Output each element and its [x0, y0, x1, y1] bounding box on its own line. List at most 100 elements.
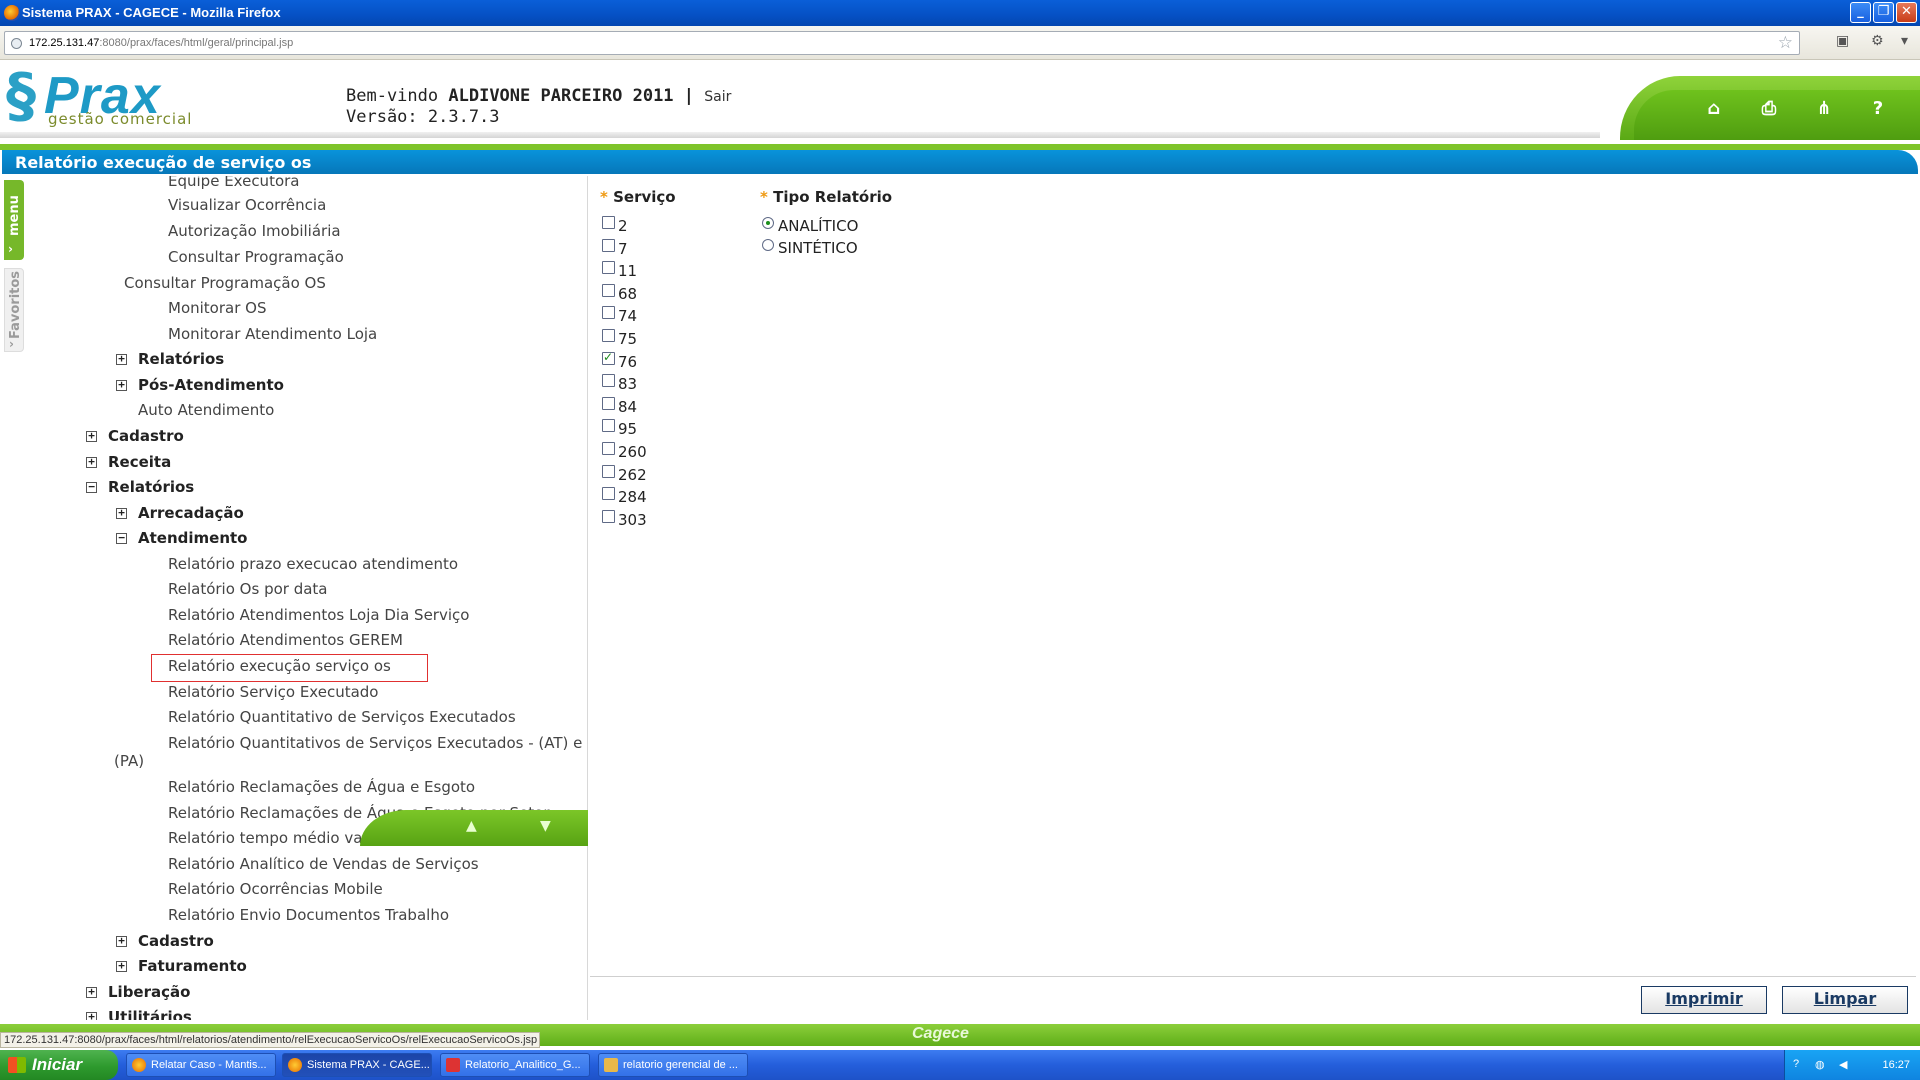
servico-checkbox-74[interactable] — [602, 306, 615, 319]
servico-checkbox-84[interactable] — [602, 397, 615, 410]
tree-item[interactable]: Relatório Reclamações de Água e Esgoto — [168, 778, 475, 796]
servico-checkbox-11[interactable] — [602, 261, 615, 274]
logout-link[interactable]: Sair — [704, 89, 731, 105]
tree-item[interactable]: Relatório Os por data — [168, 580, 328, 598]
tab-favoritos[interactable]: Favoritos › — [4, 268, 24, 352]
tree-item[interactable]: Relatório Serviço Executado — [168, 683, 378, 701]
tree-item[interactable]: Relatório Quantitativo de Serviços Execu… — [168, 708, 516, 726]
expand-icon[interactable]: + — [86, 986, 97, 998]
tree-folder[interactable]: Receita — [108, 453, 171, 471]
tree-item[interactable]: Relatório Analítico de Vendas de Serviço… — [168, 855, 479, 873]
radio-sintetico[interactable] — [762, 239, 774, 251]
tree-item[interactable]: Auto Atendimento — [138, 401, 274, 419]
task-mantis[interactable]: Relatar Caso - Mantis... — [126, 1053, 276, 1077]
tree-item[interactable]: Relatório Atendimentos GEREM — [168, 631, 403, 649]
task-relatorio-gerencial[interactable]: relatorio gerencial de ... — [598, 1053, 748, 1077]
expand-icon[interactable]: + — [116, 960, 127, 972]
tree-item[interactable]: Relatório Atendimentos Loja Dia Serviço — [168, 606, 469, 624]
tree-folder[interactable]: Arrecadação — [138, 504, 244, 522]
status-bar: 172.25.131.47:8080/prax/faces/html/relat… — [0, 1032, 540, 1048]
servico-checkbox-284[interactable] — [602, 487, 615, 500]
tree-item[interactable]: Relatório Ocorrências Mobile — [168, 880, 383, 898]
minimize-button[interactable]: _ — [1850, 2, 1871, 23]
version-label: Versão: 2.3.7.3 — [346, 107, 500, 127]
footer-brand: Cagece — [912, 1025, 969, 1042]
servico-option-label: 284 — [618, 488, 647, 506]
tab-favoritos-label: Favoritos — [8, 270, 23, 339]
firefox-icon — [4, 5, 20, 21]
expand-icon[interactable]: + — [116, 379, 127, 391]
expand-icon[interactable]: + — [116, 353, 127, 365]
expand-icon[interactable]: + — [116, 507, 127, 519]
close-window-button[interactable]: ✕ — [1896, 2, 1917, 23]
tree-item[interactable]: Relatório Envio Documentos Trabalho — [168, 906, 449, 924]
bookmark-star-icon[interactable]: ☆ — [1778, 33, 1793, 53]
page-title: Relatório execução de serviço os — [2, 150, 1918, 174]
expand-icon[interactable]: + — [116, 935, 127, 947]
tree-folder[interactable]: Utilitários — [108, 1008, 192, 1020]
servico-checkbox-76[interactable] — [602, 350, 615, 365]
tree-item-wrap[interactable]: (PA) — [114, 752, 144, 770]
tree-folder[interactable]: Faturamento — [138, 957, 247, 975]
radio-analitico[interactable] — [762, 217, 774, 229]
volume-icon[interactable]: ◀ — [1839, 1058, 1847, 1071]
scroll-up-icon[interactable]: ▲ — [466, 818, 477, 834]
tree-item[interactable]: Equipe Executora — [168, 176, 299, 190]
collapse-icon[interactable]: − — [116, 532, 127, 544]
start-button[interactable]: Iniciar — [0, 1050, 118, 1080]
sitemap-icon[interactable]: ⋔ — [1810, 98, 1838, 119]
user-name: ALDIVONE PARCEIRO 2011 — [448, 86, 674, 106]
start-label: Iniciar — [32, 1055, 83, 1074]
tree-item[interactable]: Visualizar Ocorrência — [168, 196, 326, 214]
tree-item[interactable]: Consultar Programação — [168, 248, 344, 266]
task-prax[interactable]: Sistema PRAX - CAGE... — [282, 1053, 432, 1077]
servico-checkbox-260[interactable] — [602, 442, 615, 455]
tree-folder[interactable]: Pós-Atendimento — [138, 376, 284, 394]
servico-checkbox-68[interactable] — [602, 284, 615, 297]
tree-item[interactable]: Monitorar Atendimento Loja — [168, 325, 377, 343]
task-relatorio-analitico[interactable]: Relatorio_Analitico_G... — [440, 1053, 590, 1077]
expand-icon[interactable]: + — [86, 1011, 97, 1020]
servico-checkbox-303[interactable] — [602, 510, 615, 523]
servico-checkbox-7[interactable] — [602, 239, 615, 252]
scroll-down-icon[interactable]: ▼ — [540, 818, 551, 834]
welcome-prefix: Bem-vindo — [346, 86, 439, 106]
collapse-icon[interactable]: − — [86, 481, 97, 493]
welcome-line: Bem-vindo ALDIVONE PARCEIRO 2011 | Sair — [346, 86, 731, 106]
tree-folder[interactable]: Cadastro — [108, 427, 184, 445]
print-icon[interactable]: ⎙ — [1755, 98, 1783, 119]
address-bar[interactable]: 172.25.131.47:8080/prax/faces/html/geral… — [4, 31, 1800, 55]
site-identity-icon[interactable] — [11, 38, 22, 49]
restore-button[interactable]: ❐ — [1873, 2, 1894, 23]
servico-checkbox-75[interactable] — [602, 329, 615, 342]
tree-item[interactable]: Autorização Imobiliária — [168, 222, 341, 240]
menu-dropdown-icon[interactable]: ▾ — [1901, 33, 1908, 49]
tree-folder[interactable]: Liberação — [108, 983, 190, 1001]
tree-item[interactable]: Relatório Quantitativos de Serviços Exec… — [168, 734, 582, 752]
clear-button[interactable]: Limpar — [1782, 986, 1908, 1014]
expand-icon[interactable]: + — [86, 456, 97, 468]
help-tray-icon[interactable]: ? — [1793, 1058, 1799, 1070]
tree-item[interactable]: Consultar Programação OS — [124, 274, 326, 292]
radio-analitico-label: ANALÍTICO — [778, 217, 859, 235]
help-icon[interactable]: ? — [1864, 98, 1892, 119]
tree-folder[interactable]: Cadastro — [138, 932, 214, 950]
addon-icon[interactable]: ▣ — [1836, 33, 1849, 49]
tree-scroll-bar: ▲ ▼ — [360, 810, 588, 846]
print-button[interactable]: Imprimir — [1641, 986, 1767, 1014]
tree-item[interactable]: Monitorar OS — [168, 299, 266, 317]
expand-icon[interactable]: + — [86, 430, 97, 442]
servico-checkbox-2[interactable] — [602, 216, 615, 229]
tree-folder[interactable]: Relatórios — [108, 478, 194, 496]
tree-item[interactable]: Relatório prazo execucao atendimento — [168, 555, 458, 573]
servico-checkbox-262[interactable] — [602, 465, 615, 478]
servico-checkbox-83[interactable] — [602, 374, 615, 387]
tree-folder[interactable]: Atendimento — [138, 529, 247, 547]
network-icon[interactable]: ◍ — [1815, 1058, 1825, 1071]
tab-menu[interactable]: menu › — [4, 180, 24, 260]
servico-option-label: 262 — [618, 466, 647, 484]
tree-folder[interactable]: Relatórios — [138, 350, 224, 368]
home-icon[interactable]: ⌂ — [1700, 98, 1728, 119]
tools-icon[interactable]: ⚙ — [1871, 33, 1884, 49]
servico-checkbox-95[interactable] — [602, 419, 615, 432]
